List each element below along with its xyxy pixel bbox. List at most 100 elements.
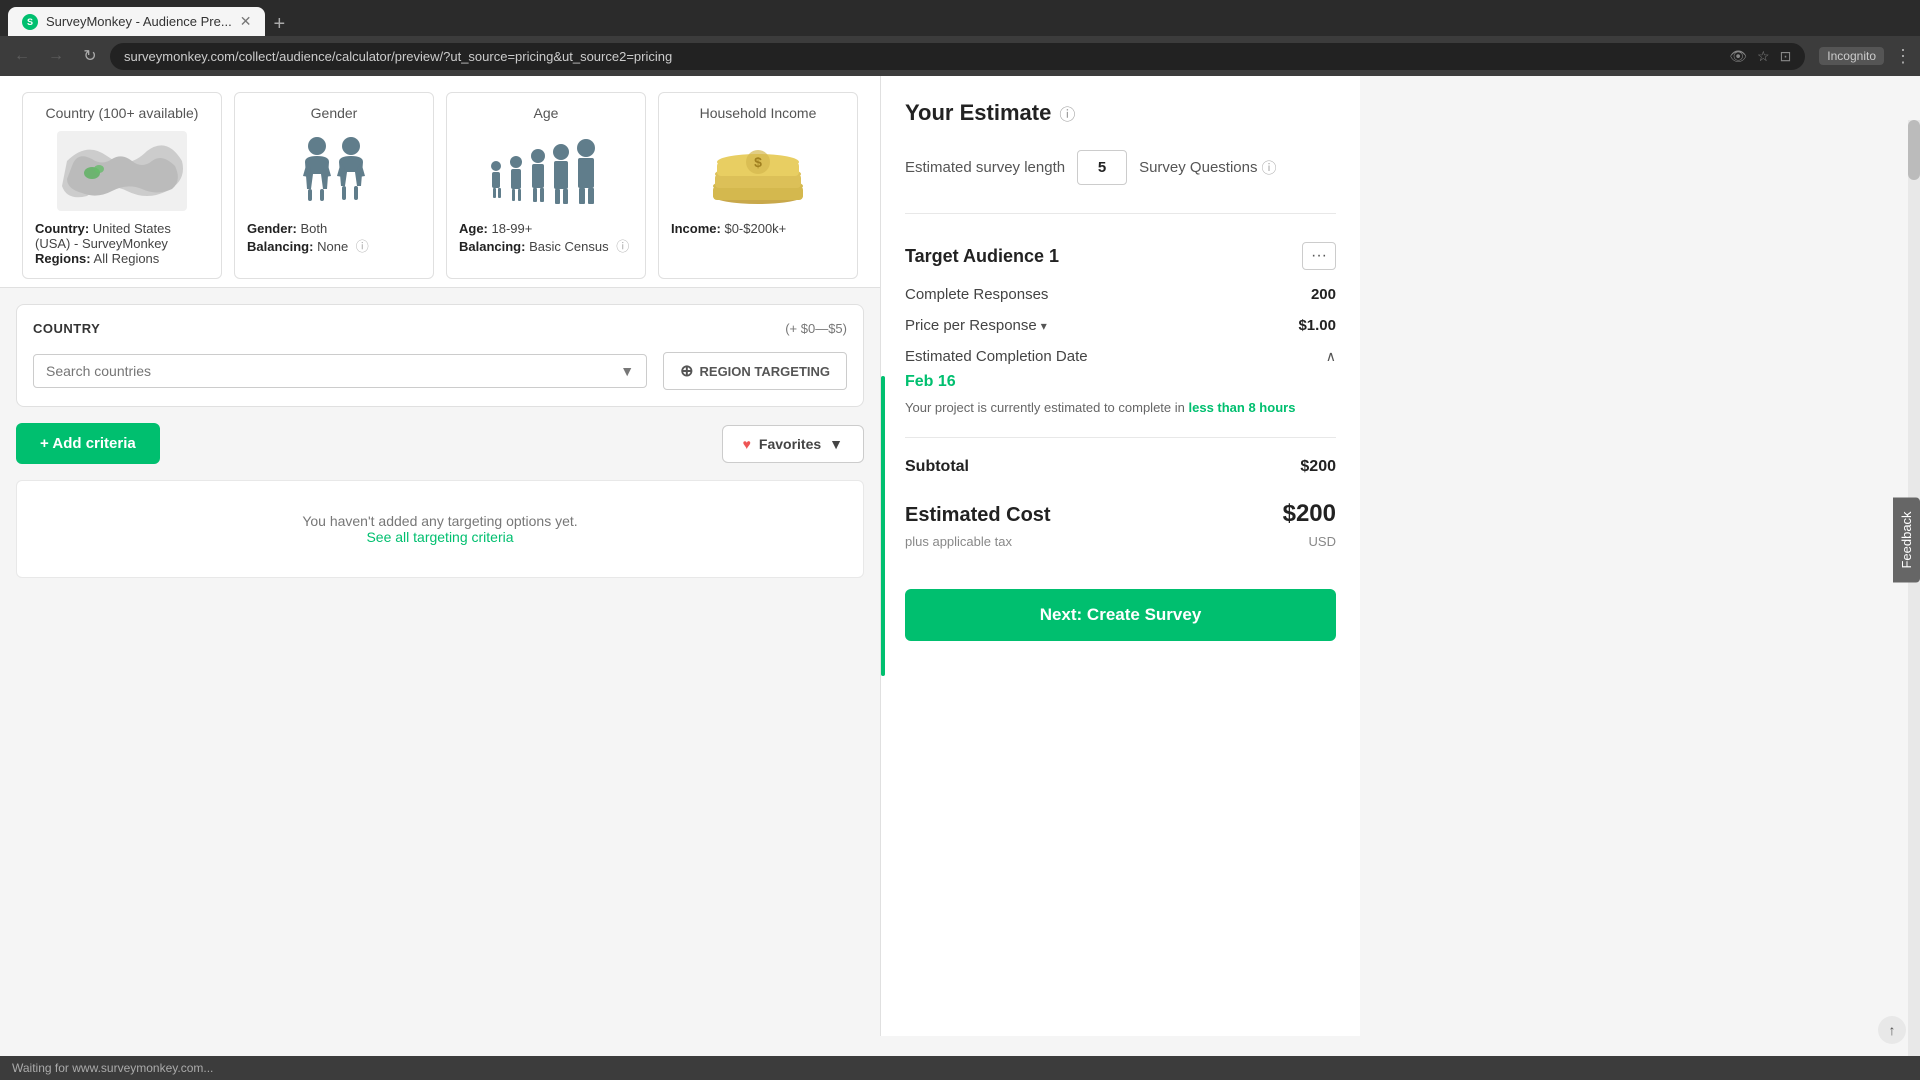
age-card-info: Age: 18-99+ Balancing: Basic Census ⓘ	[459, 221, 633, 255]
age-balancing-label: Balancing:	[459, 239, 525, 254]
audience-title: Target Audience 1	[905, 246, 1059, 267]
currency-label: USD	[1309, 534, 1336, 549]
country-card-info: Country: United States (USA) - SurveyMon…	[35, 221, 209, 266]
country-card-title: Country (100+ available)	[35, 105, 209, 121]
plus-circle-icon: ⊕	[680, 361, 693, 381]
age-card[interactable]: Age	[446, 92, 646, 279]
address-icons: 👁 ☆ ⊡	[1729, 48, 1791, 65]
tab-bar: S SurveyMonkey - Audience Pre... ✕ +	[0, 0, 1920, 36]
country-card[interactable]: Country (100+ available) Country: United…	[22, 92, 222, 279]
section-title: COUNTRY	[33, 321, 100, 336]
country-section: COUNTRY (+ $0—$5) ▼ ⊕ REGION TARGETING	[16, 304, 864, 407]
estimate-title: Your Estimate	[905, 100, 1051, 126]
see-all-criteria-link[interactable]: See all targeting criteria	[366, 529, 513, 545]
ppr-chevron-icon[interactable]: ▾	[1041, 319, 1047, 333]
survey-questions-label: Survey Questions ⓘ	[1139, 157, 1276, 178]
section-price: (+ $0—$5)	[785, 321, 847, 336]
completion-date-value: Feb 16	[905, 373, 1336, 391]
actions-row: + Add criteria ♥ Favorites ▼	[16, 423, 864, 464]
survey-length-label: Estimated survey length	[905, 159, 1065, 176]
gender-card-info: Gender: Both Balancing: None ⓘ	[247, 221, 421, 255]
search-countries-input[interactable]	[46, 363, 620, 379]
region-targeting-button[interactable]: ⊕ REGION TARGETING	[663, 352, 847, 390]
age-card-title: Age	[459, 105, 633, 121]
create-survey-label: Next: Create Survey	[1040, 605, 1202, 624]
search-row: ▼ ⊕ REGION TARGETING	[33, 352, 847, 390]
subtotal-row: Subtotal $200	[905, 458, 1336, 476]
survey-questions-help-icon[interactable]: ⓘ	[1261, 157, 1276, 178]
income-card[interactable]: Household Income	[658, 92, 858, 279]
completion-date-label: Estimated Completion Date	[905, 348, 1088, 365]
gender-card-title: Gender	[247, 105, 421, 121]
split-icon[interactable]: ⊡	[1780, 48, 1792, 65]
country-label: Country:	[35, 221, 89, 236]
gender-card[interactable]: Gender	[234, 92, 434, 279]
completion-header: Estimated Completion Date ∧	[905, 348, 1336, 365]
feedback-tab[interactable]: Feedback	[1893, 497, 1920, 582]
income-value: $0-$200k+	[724, 221, 786, 236]
country-card-icon	[35, 131, 209, 211]
cost-row: Estimated Cost $200	[905, 500, 1336, 528]
address-bar-row: ← → ↻ surveymonkey.com/collect/audience/…	[0, 36, 1920, 76]
forward-button[interactable]: →	[42, 42, 70, 70]
audience-menu-button[interactable]: ···	[1302, 242, 1336, 270]
refresh-button[interactable]: ↻	[76, 42, 104, 70]
empty-state-message: You haven't added any targeting options …	[49, 513, 831, 529]
address-bar[interactable]: surveymonkey.com/collect/audience/calcul…	[110, 43, 1805, 70]
ppr-value: $1.00	[1298, 317, 1336, 334]
eye-icon: 👁	[1729, 48, 1747, 65]
question-count-box[interactable]: 5	[1077, 150, 1127, 185]
search-input-wrapper[interactable]: ▼	[33, 354, 647, 388]
right-scrollbar[interactable]	[1908, 120, 1920, 1056]
browser-menu-button[interactable]: ⋮	[1894, 46, 1912, 67]
age-help-icon: ⓘ	[616, 239, 629, 254]
tab-close-button[interactable]: ✕	[240, 13, 252, 30]
status-text: Waiting for www.surveymonkey.com...	[12, 1061, 213, 1075]
feedback-tab-container: Feedback	[1893, 497, 1920, 582]
age-value: 18-99+	[492, 221, 533, 236]
gender-value: Both	[300, 221, 327, 236]
scroll-up-button[interactable]: ↑	[1878, 1016, 1906, 1044]
estimate-help-icon[interactable]: ⓘ	[1059, 101, 1075, 125]
age-card-icon	[459, 131, 633, 211]
incognito-badge: Incognito	[1819, 47, 1884, 65]
region-btn-label: REGION TARGETING	[700, 364, 830, 379]
svg-text:$: $	[754, 154, 762, 170]
income-card-icon: $	[671, 131, 845, 211]
star-icon[interactable]: ☆	[1757, 48, 1770, 65]
completion-desc-prefix: Your project is currently estimated to c…	[905, 400, 1185, 415]
audience-section: Target Audience 1 ··· Complete Responses…	[905, 242, 1336, 476]
empty-state: You haven't added any targeting options …	[16, 480, 864, 578]
gender-balancing-value: None	[317, 239, 348, 254]
new-tab-button[interactable]: +	[265, 13, 293, 36]
favorites-button[interactable]: ♥ Favorites ▼	[722, 425, 864, 463]
section-header: COUNTRY (+ $0—$5)	[33, 321, 847, 336]
back-button[interactable]: ←	[8, 42, 36, 70]
survey-length-row: Estimated survey length 5 Survey Questio…	[905, 150, 1336, 214]
heart-icon: ♥	[743, 436, 751, 452]
ppr-label: Price per Response ▾	[905, 317, 1047, 334]
dropdown-arrow-icon: ▼	[620, 363, 634, 379]
gender-label: Gender:	[247, 221, 297, 236]
tax-label: plus applicable tax	[905, 534, 1012, 549]
favorites-chevron-icon: ▼	[829, 436, 843, 452]
gender-card-icon	[247, 131, 421, 211]
scrollbar-thumb[interactable]	[1908, 120, 1920, 180]
active-tab[interactable]: S SurveyMonkey - Audience Pre... ✕	[8, 7, 265, 36]
add-criteria-label: + Add criteria	[40, 435, 136, 452]
complete-responses-label: Complete Responses	[905, 286, 1048, 303]
green-accent-bar	[881, 376, 885, 676]
create-survey-button[interactable]: Next: Create Survey	[905, 589, 1336, 641]
completion-time: less than 8 hours	[1189, 400, 1296, 415]
main-content: Country (100+ available) Country: United…	[0, 76, 880, 1036]
age-balancing-value: Basic Census	[529, 239, 608, 254]
estimated-cost-section: Estimated Cost $200 plus applicable tax …	[905, 500, 1336, 569]
completion-chevron-icon[interactable]: ∧	[1326, 348, 1336, 365]
complete-responses-value: 200	[1311, 286, 1336, 303]
complete-responses-row: Complete Responses 200	[905, 286, 1336, 303]
favorites-label: Favorites	[759, 436, 821, 452]
price-per-response-row: Price per Response ▾ $1.00	[905, 317, 1336, 334]
add-criteria-button[interactable]: + Add criteria	[16, 423, 160, 464]
income-card-info: Income: $0-$200k+	[671, 221, 845, 236]
gender-balancing-label: Balancing:	[247, 239, 313, 254]
